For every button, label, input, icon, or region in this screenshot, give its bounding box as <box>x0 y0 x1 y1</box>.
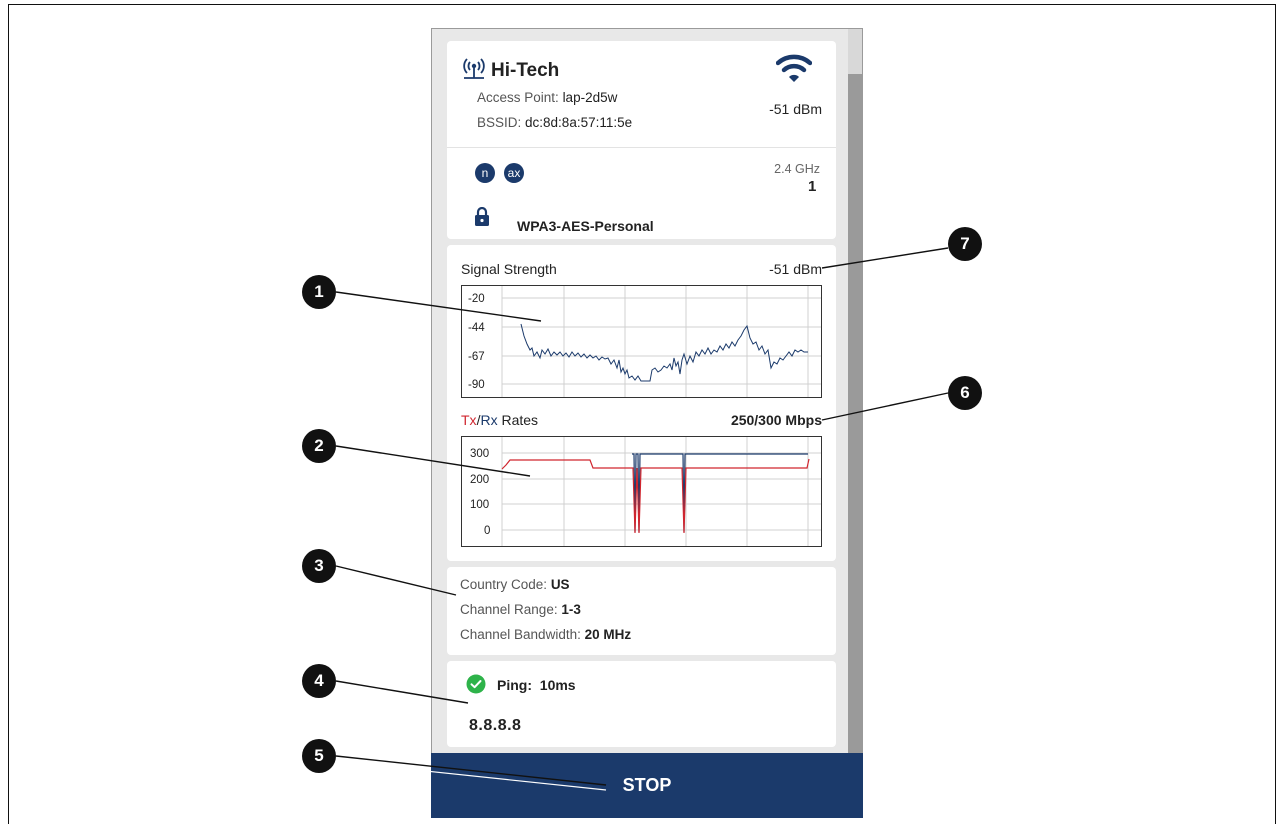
callout-1: 1 <box>302 275 336 309</box>
rates-y-tick: 200 <box>470 474 489 486</box>
rates-word: Rates <box>497 412 539 428</box>
chart-label-layer: Signal Strength -51 dBm Tx/Rx Rates 250/… <box>431 0 822 818</box>
callout-6: 6 <box>948 376 982 410</box>
signal-strength-value: -51 dBm <box>769 261 822 277</box>
ping-result: Ping: 10ms <box>497 677 576 693</box>
rates-y-tick: 100 <box>470 499 489 511</box>
tx-rx-rates-label: Tx/Rx Rates <box>461 412 538 428</box>
tx-label: Tx <box>461 412 477 428</box>
country-code-value: US <box>550 577 570 592</box>
country-code-row: Country Code: US <box>460 577 570 592</box>
ping-value: 10ms <box>539 677 576 693</box>
stop-button-label: STOP <box>622 775 672 795</box>
ping-host: 8.8.8.8 <box>469 717 522 734</box>
signal-y-tick: -90 <box>468 379 485 391</box>
channel-bandwidth-value: 20 MHz <box>584 627 632 642</box>
channel-range-label: Channel Range: <box>460 602 558 617</box>
channel-range-row: Channel Range: 1-3 <box>460 602 581 617</box>
signal-y-tick: -67 <box>468 351 485 363</box>
stop-button[interactable]: STOP <box>431 753 863 818</box>
rx-series-line <box>632 453 808 533</box>
rates-y-tick: 0 <box>484 525 490 537</box>
signal-strength-chart: -20 -44 -67 -90 <box>461 285 822 398</box>
tx-rx-rates-value: 250/300 Mbps <box>730 412 822 428</box>
country-code-label: Country Code: <box>460 577 548 592</box>
tx-rx-rates-chart: 300 200 100 0 <box>461 436 822 547</box>
rx-label: Rx <box>480 412 498 428</box>
signal-y-tick: -20 <box>468 293 485 305</box>
check-circle-icon <box>466 674 486 699</box>
rates-y-tick: 300 <box>470 448 489 460</box>
ping-label: Ping: <box>497 677 532 693</box>
channel-bandwidth-label: Channel Bandwidth: <box>460 627 581 642</box>
signal-y-tick: -44 <box>468 322 485 334</box>
channel-bandwidth-row: Channel Bandwidth: 20 MHz <box>460 627 631 642</box>
channel-range-value: 1-3 <box>561 602 581 617</box>
callout-7: 7 <box>948 227 982 261</box>
callout-3: 3 <box>302 549 336 583</box>
callout-4: 4 <box>302 664 336 698</box>
callout-2: 2 <box>302 429 336 463</box>
callout-5: 5 <box>302 739 336 773</box>
signal-strength-label: Signal Strength <box>461 261 557 277</box>
tx-series-line <box>501 458 810 534</box>
